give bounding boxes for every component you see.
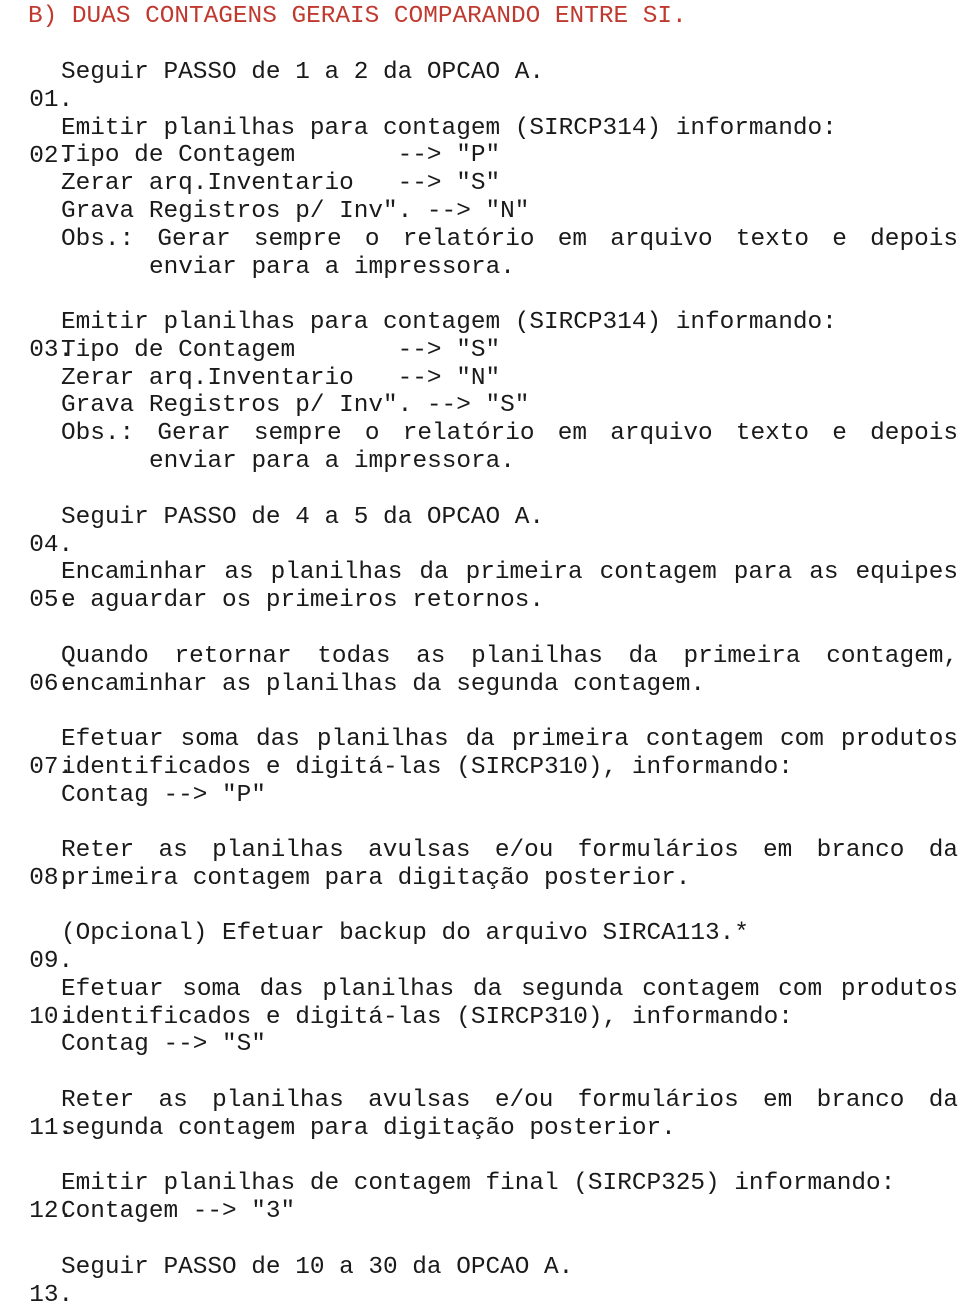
step-11-line-2: segunda contagem para digitação posterio… xyxy=(61,1115,676,1142)
step-02-obs-cont: enviar para a impressora. xyxy=(149,254,515,281)
step-03-line-1: Emitir planilhas para contagem (SIRCP314… xyxy=(61,309,837,336)
step-02-line-1: Emitir planilhas para contagem (SIRCP314… xyxy=(61,115,837,142)
step-10-param-contag: Contag --> "S" xyxy=(61,1031,266,1058)
step-06-line-2: encaminhar as planilhas da segunda conta… xyxy=(61,671,706,698)
section-heading: B) DUAS CONTAGENS GERAIS COMPARANDO ENTR… xyxy=(28,3,687,30)
step-01-line-1: Seguir PASSO de 1 a 2 da OPCAO A. xyxy=(61,59,545,86)
step-07-line-1: Efetuar soma das planilhas da primeira c… xyxy=(61,726,958,753)
step-10-line-1: Efetuar soma das planilhas da segunda co… xyxy=(61,976,958,1003)
step-02-param-zerar: Zerar arq.Inventario --> "S" xyxy=(61,170,501,197)
step-02-param-grava: Grava Registros p/ Inv". --> "N" xyxy=(61,198,530,225)
step-09-line-1: (Opcional) Efetuar backup do arquivo SIR… xyxy=(61,920,749,947)
step-number: 01. xyxy=(29,87,74,114)
step-05-line-2: e aguardar os primeiros retornos. xyxy=(61,587,545,614)
step-07-param-contag: Contag --> "P" xyxy=(61,782,266,809)
step-03-obs: Obs.: Gerar sempre o relatório em arquiv… xyxy=(61,420,958,447)
step-10-line-2: identificados e digitá-las (SIRCP310), i… xyxy=(61,1004,793,1031)
step-03-obs-cont: enviar para a impressora. xyxy=(149,448,515,475)
step-03-param-zerar: Zerar arq.Inventario --> "N" xyxy=(61,365,501,392)
step-12-param-contagem: Contagem --> "3" xyxy=(61,1198,296,1225)
step-03-param-grava: Grava Registros p/ Inv". --> "S" xyxy=(61,392,530,419)
step-02-param-tipo: Tipo de Contagem --> "P" xyxy=(61,142,501,169)
step-02-obs: Obs.: Gerar sempre o relatório em arquiv… xyxy=(61,226,958,253)
step-number: 09. xyxy=(29,948,74,975)
step-number: 13. xyxy=(29,1282,74,1309)
step-08-line-1: Reter as planilhas avulsas e/ou formulár… xyxy=(61,837,958,864)
step-05-line-1: Encaminhar as planilhas da primeira cont… xyxy=(61,559,958,586)
step-12-line-1: Emitir planilhas de contagem final (SIRC… xyxy=(61,1170,896,1197)
step-11-line-1: Reter as planilhas avulsas e/ou formulár… xyxy=(61,1087,958,1114)
step-13-line-1: Seguir PASSO de 10 a 30 da OPCAO A. xyxy=(61,1254,574,1281)
step-03-param-tipo: Tipo de Contagem --> "S" xyxy=(61,337,501,364)
step-06-line-1: Quando retornar todas as planilhas da pr… xyxy=(61,643,958,670)
step-number: 04. xyxy=(29,532,74,559)
step-08-line-2: primeira contagem para digitação posteri… xyxy=(61,865,691,892)
step-07-line-2: identificados e digitá-las (SIRCP310), i… xyxy=(61,754,793,781)
step-04-line-1: Seguir PASSO de 4 a 5 da OPCAO A. xyxy=(61,504,545,531)
